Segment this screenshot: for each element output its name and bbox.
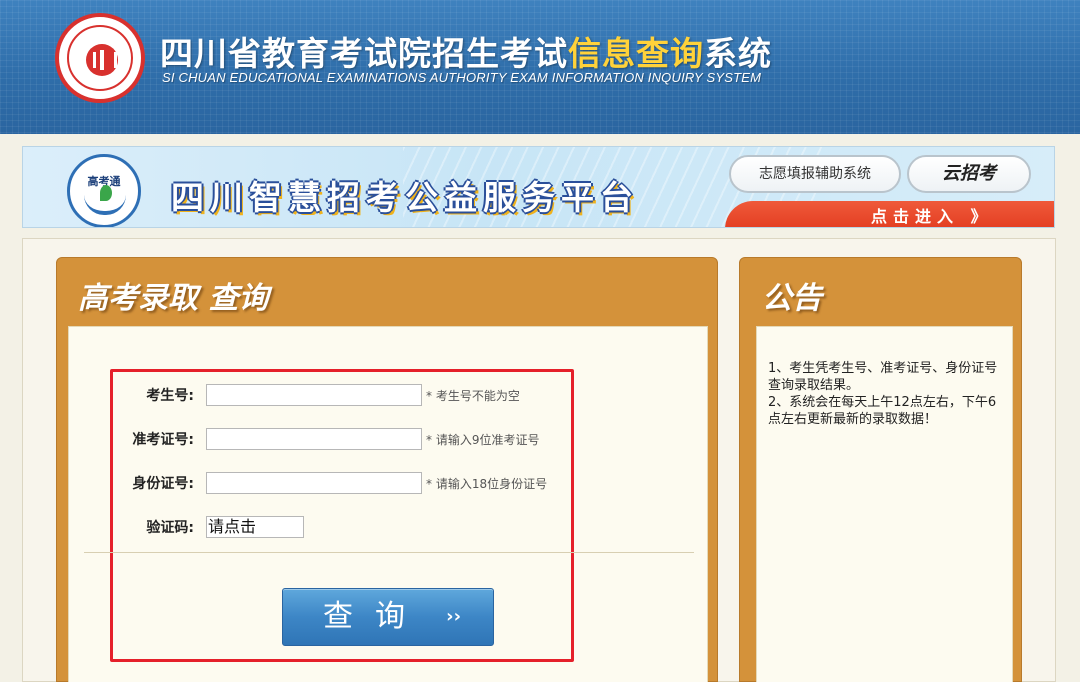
- exam-authority-seal-icon: [55, 13, 145, 103]
- candidate-number-input[interactable]: [206, 384, 422, 406]
- form-divider: [84, 552, 694, 553]
- site-title-highlight: 信息查询: [568, 34, 704, 73]
- id-number-input[interactable]: [206, 472, 422, 494]
- captcha-label: 验证码:: [146, 520, 194, 536]
- site-title: 四川省教育考试院招生考试信息查询系统: [160, 27, 772, 75]
- admission-ticket-hint: * 请输入9位准考证号: [426, 433, 540, 447]
- double-chevron-right-icon: ››: [446, 606, 461, 627]
- notice-list: 1、考生凭考生号、准考证号、身份证号查询录取结果。 2、系统会在每天上午12点左…: [768, 360, 1000, 428]
- captcha-field[interactable]: 请点击: [206, 516, 304, 538]
- query-submit-label: 查询: [323, 599, 427, 634]
- enter-link[interactable]: 点击进入 》: [871, 203, 993, 227]
- id-number-label: 身份证号:: [132, 476, 194, 492]
- site-title-main: 四川省教育考试院招生考试: [160, 34, 568, 73]
- book-icon: [84, 191, 126, 215]
- id-number-hint: * 请输入18位身份证号: [426, 477, 548, 491]
- site-title-tail: 系统: [704, 34, 772, 73]
- notice-panel-title: 公告: [762, 281, 822, 316]
- seal-inner-ring: [67, 25, 133, 91]
- query-submit-button[interactable]: 查询 ››: [282, 588, 494, 646]
- candidate-number-hint: * 考生号不能为空: [426, 389, 520, 403]
- admission-ticket-label: 准考证号:: [132, 432, 194, 448]
- yunzhaokao-button[interactable]: 云招考: [907, 155, 1031, 193]
- site-header: 四川省教育考试院招生考试信息查询系统 SI CHUAN EDUCATIONAL …: [0, 0, 1080, 134]
- notice-item: 1、考生凭考生号、准考证号、身份证号查询录取结果。: [768, 361, 998, 393]
- notice-item: 2、系统会在每天上午12点左右，下午6点左右更新最新的录取数据！: [768, 395, 997, 427]
- promo-banner[interactable]: 高考通 四川智慧招考公益服务平台 志愿填报辅助系统 云招考 点击进入 》: [22, 146, 1055, 228]
- query-panel-title: 高考录取 查询: [78, 281, 269, 316]
- notice-panel: 公告: [739, 257, 1022, 682]
- admission-ticket-input[interactable]: [206, 428, 422, 450]
- platform-name: 四川智慧招考公益服务平台: [171, 178, 639, 217]
- volunteer-assist-button[interactable]: 志愿填报辅助系统: [729, 155, 901, 193]
- candidate-number-label: 考生号:: [146, 388, 194, 404]
- site-subtitle: SI CHUAN EDUCATIONAL EXAMINATIONS AUTHOR…: [162, 70, 762, 85]
- seal-core: [86, 44, 118, 76]
- gaokaotong-logo-icon: 高考通: [67, 154, 141, 227]
